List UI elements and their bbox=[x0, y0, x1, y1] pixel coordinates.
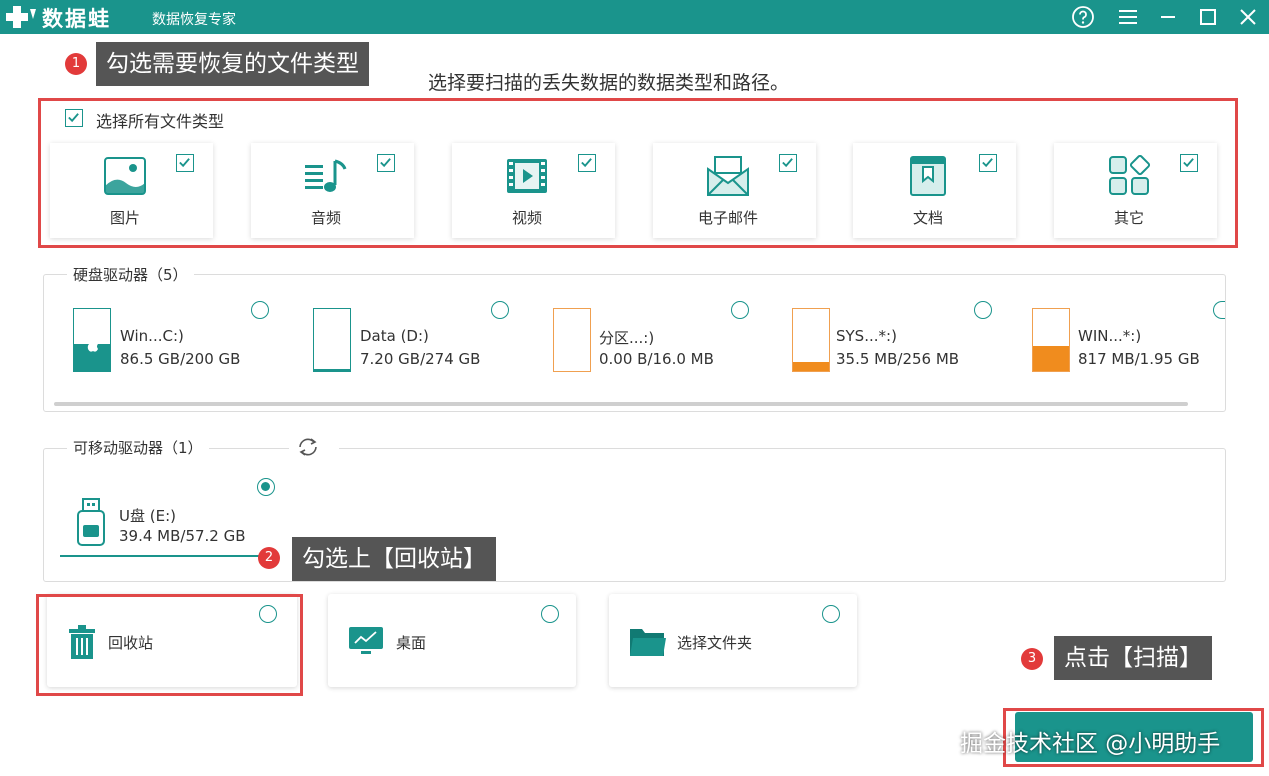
usb-drive-name: U盘 (E:) bbox=[119, 507, 176, 525]
drive-radio-win[interactable] bbox=[1213, 301, 1225, 319]
usb-drive-size: 39.4 MB/57.2 GB bbox=[119, 527, 246, 545]
desktop-radio[interactable] bbox=[541, 605, 559, 623]
callout-step-1: 勾选需要恢复的文件类型 bbox=[96, 42, 369, 86]
drive-name: Data (D:) bbox=[360, 327, 429, 345]
drive-radio-sys[interactable] bbox=[974, 301, 992, 319]
document-checkbox[interactable] bbox=[979, 154, 997, 172]
apple-logo-icon bbox=[87, 342, 98, 352]
watermark-text: 掘金技术社区 @小明助手 bbox=[960, 731, 1221, 757]
app-name: 数据蛙 bbox=[42, 7, 111, 31]
email-icon bbox=[707, 156, 749, 196]
video-icon bbox=[507, 159, 547, 193]
minimize-icon[interactable] bbox=[1156, 5, 1180, 29]
menu-icon[interactable] bbox=[1116, 5, 1140, 29]
removable-drives-title: 可移动驱动器（1） bbox=[67, 437, 209, 458]
removable-drives-panel bbox=[43, 448, 1226, 582]
usb-selected-underline bbox=[60, 555, 260, 557]
step-badge-3: 3 bbox=[1021, 648, 1043, 670]
disk-drives-title: 硬盘驱动器（5） bbox=[67, 264, 194, 285]
document-icon bbox=[910, 156, 946, 196]
close-icon[interactable] bbox=[1236, 5, 1260, 29]
file-type-card-audio[interactable]: 音频 bbox=[251, 143, 414, 238]
location-label: 桌面 bbox=[396, 634, 427, 652]
maximize-icon[interactable] bbox=[1196, 5, 1220, 29]
drive-icon bbox=[73, 308, 111, 372]
drive-size: 86.5 GB/200 GB bbox=[120, 350, 241, 368]
refresh-icon[interactable] bbox=[296, 435, 320, 459]
email-checkbox[interactable] bbox=[779, 154, 797, 172]
drive-size: 817 MB/1.95 GB bbox=[1078, 350, 1200, 368]
callout-step-2: 勾选上【回收站】 bbox=[292, 537, 496, 581]
instruction-text: 选择要扫描的丢失数据的数据类型和路径。 bbox=[428, 72, 790, 94]
drive-name: WIN...*:) bbox=[1078, 327, 1142, 345]
drive-radio-partition[interactable] bbox=[731, 301, 749, 319]
app-logo-icon bbox=[6, 6, 36, 28]
drive-icon bbox=[553, 308, 591, 372]
highlight-recycle-bin bbox=[36, 594, 303, 696]
usb-drive-icon bbox=[77, 498, 105, 546]
select-folder-radio[interactable] bbox=[822, 605, 840, 623]
video-checkbox[interactable] bbox=[578, 154, 596, 172]
other-checkbox[interactable] bbox=[1180, 154, 1198, 172]
audio-checkbox[interactable] bbox=[377, 154, 395, 172]
help-icon[interactable] bbox=[1071, 5, 1095, 29]
select-all-checkbox[interactable] bbox=[65, 109, 83, 127]
file-type-card-image[interactable]: 图片 bbox=[50, 143, 213, 238]
drive-icon bbox=[1032, 308, 1070, 372]
file-type-card-email[interactable]: 电子邮件 bbox=[653, 143, 816, 238]
audio-icon bbox=[305, 159, 347, 192]
horizontal-scrollbar[interactable] bbox=[54, 402, 1188, 406]
drive-name: SYS...*:) bbox=[836, 327, 897, 345]
usb-drive-radio[interactable] bbox=[257, 478, 275, 496]
title-bar: 数据蛙 数据恢复专家 bbox=[0, 0, 1269, 34]
location-desktop[interactable]: 桌面 bbox=[328, 594, 576, 687]
image-checkbox[interactable] bbox=[176, 154, 194, 172]
drive-size: 35.5 MB/256 MB bbox=[836, 350, 960, 368]
drive-name: Win...C:) bbox=[120, 327, 184, 345]
drive-name: 分区...:) bbox=[599, 329, 655, 347]
drive-radio-c[interactable] bbox=[251, 301, 269, 319]
file-type-card-document[interactable]: 文档 bbox=[853, 143, 1016, 238]
location-label: 选择文件夹 bbox=[677, 634, 753, 652]
callout-step-3: 点击【扫描】 bbox=[1054, 636, 1212, 680]
other-icon bbox=[1109, 155, 1151, 195]
drive-size: 7.20 GB/274 GB bbox=[360, 350, 481, 368]
file-type-label: 其它 bbox=[1113, 209, 1144, 227]
app-subtitle: 数据恢复专家 bbox=[152, 12, 236, 28]
select-all-label: 选择所有文件类型 bbox=[96, 112, 225, 131]
location-select-folder[interactable]: 选择文件夹 bbox=[609, 594, 857, 687]
file-type-label: 视频 bbox=[511, 209, 542, 227]
folder-icon bbox=[630, 629, 666, 656]
drive-icon bbox=[792, 308, 830, 372]
drive-radio-d[interactable] bbox=[491, 301, 509, 319]
drive-size: 0.00 B/16.0 MB bbox=[599, 350, 714, 368]
drive-icon bbox=[313, 308, 351, 372]
file-type-label: 文档 bbox=[912, 209, 943, 227]
file-type-label: 图片 bbox=[109, 209, 140, 227]
step-badge-2: 2 bbox=[258, 547, 280, 569]
step-badge-1: 1 bbox=[65, 53, 87, 75]
image-icon bbox=[104, 157, 146, 195]
file-type-label: 电子邮件 bbox=[697, 209, 758, 227]
file-type-label: 音频 bbox=[310, 209, 341, 227]
desktop-icon bbox=[349, 627, 383, 654]
file-type-card-video[interactable]: 视频 bbox=[452, 143, 615, 238]
file-type-card-other[interactable]: 其它 bbox=[1054, 143, 1217, 238]
